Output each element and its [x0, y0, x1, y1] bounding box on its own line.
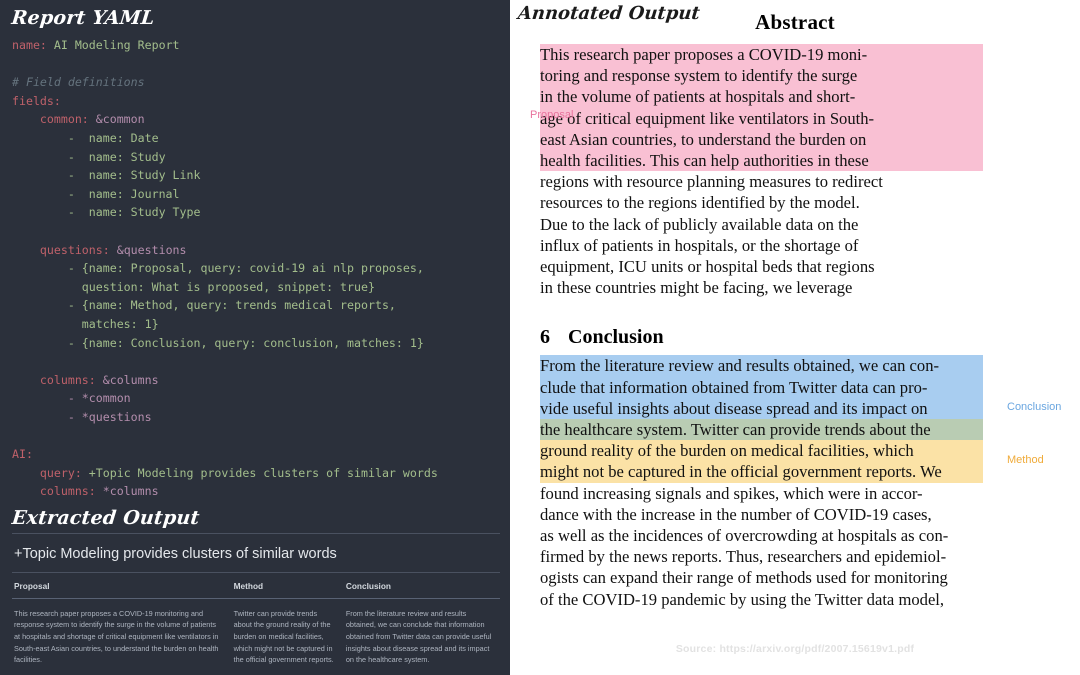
- yaml-question-1-line-1: - {name: Proposal, query: covid-19 ai nl…: [12, 261, 424, 276]
- abstract-plain-line: influx of patients in hospitals, or the …: [540, 235, 859, 255]
- yaml-code-block[interactable]: name: AI Modeling Report # Field definit…: [0, 30, 510, 501]
- abstract-highlight-line: health facilities. This can help authori…: [540, 150, 983, 172]
- conclusion-plain-line: dance with the increase in the number of…: [540, 504, 932, 524]
- conclusion-plain-line: as well as the incidences of overcrowdin…: [540, 526, 949, 546]
- abstract-plain-line: regions with resource planning measures …: [540, 172, 883, 192]
- yaml-common-item-0: - name: Date: [12, 130, 159, 145]
- yaml-ai-key: AI:: [12, 447, 33, 462]
- abstract-plain-line: resources to the regions identified by t…: [540, 193, 860, 213]
- yaml-question-3: - {name: Conclusion, query: conclusion, …: [12, 335, 424, 350]
- yaml-columns-common: - *common: [12, 391, 131, 406]
- abstract-plain-line: in these countries might be facing, we l…: [540, 278, 853, 298]
- table-header-conclusion[interactable]: Conclusion: [343, 572, 500, 599]
- table-header-row: Proposal Method Conclusion: [12, 572, 500, 599]
- conclusion-plain-line: of the COVID-19 pandemic by using the Tw…: [540, 589, 945, 609]
- yaml-common-anchor: &common: [88, 112, 145, 127]
- divider-top: [12, 532, 500, 534]
- yaml-common-item-4: - name: Study Type: [12, 205, 201, 220]
- annotation-tag-proposal[interactable]: Proposal: [530, 109, 573, 121]
- conclusion-highlight-line: vide useful insights about disease sprea…: [540, 397, 983, 420]
- yaml-question-2-line-1: - {name: Method, query: trends medical r…: [12, 298, 396, 313]
- conclusion-plain-line: found increasing signals and spikes, whi…: [540, 483, 923, 503]
- table-header-proposal[interactable]: Proposal: [12, 572, 232, 599]
- conclusion-plain-line: firmed by the news reports. Thus, resear…: [540, 547, 947, 567]
- method-highlight-line: ground reality of the burden on medical …: [540, 440, 983, 462]
- yaml-ai-query-key: query:: [12, 465, 82, 480]
- abstract-highlight-line: age of critical equipment like ventilato…: [540, 107, 983, 129]
- abstract-highlight-line: This research paper proposes a COVID-19 …: [540, 44, 983, 66]
- method-highlight-line: might not be captured in the official go…: [540, 461, 983, 483]
- yaml-question-2-line-2: matches: 1}: [12, 316, 159, 331]
- annotation-tag-conclusion[interactable]: Conclusion: [1007, 401, 1061, 413]
- source-url-label: Source: https://arxiv.org/pdf/2007.15619…: [675, 643, 915, 655]
- extracted-output-title: Extracted Output: [10, 506, 201, 529]
- table-header-method[interactable]: Method: [231, 572, 344, 599]
- abstract-body: This research paper proposes a COVID-19 …: [540, 44, 983, 298]
- yaml-common-item-3: - name: Journal: [12, 186, 180, 201]
- yaml-questions-anchor: &questions: [109, 242, 187, 257]
- yaml-questions-key: questions:: [12, 242, 110, 257]
- yaml-ai-query-value: +Topic Modeling provides clusters of sim…: [81, 465, 438, 480]
- abstract-plain-line: Due to the lack of publicly available da…: [540, 214, 859, 234]
- report-yaml-panel: Report YAML name: AI Modeling Report # F…: [0, 0, 510, 675]
- abstract-plain-line: equipment, ICU units or hospital beds th…: [540, 257, 875, 277]
- conclusion-section-number: 6: [540, 326, 550, 349]
- conclusion-overlap-line: the healthcare system. Twitter can provi…: [540, 419, 983, 441]
- table-row[interactable]: This research paper proposes a COVID-19 …: [12, 598, 500, 669]
- annotated-output-panel: Annotated Output Abstract This research …: [510, 0, 1080, 675]
- extracted-query-heading: +Topic Modeling provides clusters of sim…: [14, 545, 337, 562]
- table-cell-method: Twitter can provide trends about the gro…: [233, 608, 334, 665]
- conclusion-plain-line: ogists can expand their range of methods…: [540, 568, 948, 588]
- conclusion-highlight-line: From the literature review and results o…: [540, 355, 983, 377]
- yaml-common-item-2: - name: Study Link: [12, 168, 201, 183]
- abstract-highlight-line: toring and response system to identify t…: [540, 65, 983, 87]
- conclusion-section-label: Conclusion: [568, 326, 664, 349]
- conclusion-highlight-line: clude that information obtained from Twi…: [540, 376, 983, 398]
- extracted-output-section: Extracted Output +Topic Modeling provide…: [0, 505, 510, 670]
- conclusion-section-heading: 6 Conclusion: [540, 326, 1050, 349]
- yaml-columns-key: columns:: [12, 372, 96, 387]
- abstract-highlight-line: in the volume of patients at hospitals a…: [540, 86, 983, 108]
- app-root: Report YAML name: AI Modeling Report # F…: [0, 0, 1080, 675]
- abstract-heading: Abstract: [755, 10, 835, 34]
- yaml-fields-key: fields:: [12, 93, 61, 108]
- yaml-comment: # Field definitions: [12, 75, 145, 90]
- yaml-name-value: AI Modeling Report: [46, 38, 180, 52]
- conclusion-body: From the literature review and results o…: [540, 355, 983, 609]
- paper-view: Abstract This research paper proposes a …: [540, 10, 1050, 610]
- yaml-question-1-line-2: question: What is proposed, snippet: tru…: [12, 279, 375, 294]
- extracted-output-table[interactable]: Proposal Method Conclusion This research…: [12, 572, 500, 670]
- yaml-columns-anchor: &columns: [95, 372, 159, 387]
- report-yaml-title: Report YAML: [10, 7, 156, 29]
- yaml-common-key: common:: [12, 112, 89, 127]
- yaml-columns-questions: - *questions: [12, 409, 152, 424]
- abstract-highlight-line: east Asian countries, to understand the …: [540, 128, 983, 151]
- yaml-ai-columns-key: columns:: [12, 484, 96, 499]
- yaml-ai-columns-value: *columns: [95, 484, 159, 499]
- annotation-tag-method[interactable]: Method: [1007, 454, 1044, 466]
- table-cell-conclusion: From the literature review and results o…: [345, 608, 492, 665]
- yaml-common-item-1: - name: Study: [12, 149, 166, 164]
- table-cell-proposal: This research paper proposes a COVID-19 …: [14, 608, 219, 665]
- yaml-name-key: name:: [12, 38, 47, 52]
